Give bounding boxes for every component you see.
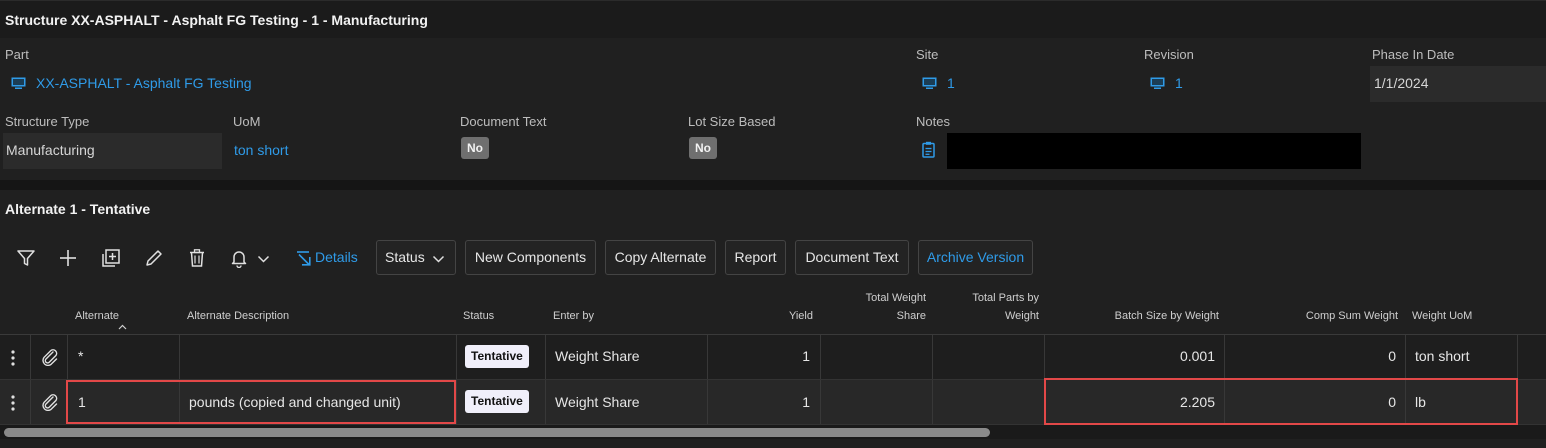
cell-comp-sum-weight: 0	[1388, 348, 1396, 364]
status-dropdown-button[interactable]: Status	[376, 240, 456, 275]
part-monitor-icon[interactable]	[11, 77, 26, 89]
structure-type-label: Structure Type	[5, 114, 90, 129]
cell-batch-size: 0.001	[1179, 348, 1215, 364]
table-row[interactable]: * Tentative Weight Share 1 0.001 0 ton s…	[0, 335, 1546, 380]
lot-size-based-label: Lot Size Based	[688, 114, 776, 129]
column-header-comp-sum-weight[interactable]: Comp Sum Weight	[1230, 310, 1398, 322]
duplicate-icon[interactable]	[101, 248, 121, 268]
part-link[interactable]: XX-ASPHALT - Asphalt FG Testing	[36, 75, 252, 91]
status-chevron-down-icon	[432, 255, 445, 263]
column-header-total-parts-by-weight-line2[interactable]: Weight	[940, 310, 1039, 322]
column-header-alternate-description[interactable]: Alternate Description	[187, 310, 289, 322]
archive-version-button[interactable]: Archive Version	[918, 240, 1033, 275]
structure-type-value: Manufacturing	[6, 142, 95, 158]
status-badge: Tentative	[465, 390, 529, 413]
site-monitor-icon[interactable]	[922, 77, 937, 89]
uom-link[interactable]: ton short	[234, 142, 288, 158]
details-open-icon[interactable]	[296, 251, 311, 266]
column-header-total-parts-by-weight-line1[interactable]: Total Parts by	[940, 292, 1039, 304]
edit-pencil-icon[interactable]	[144, 248, 164, 268]
column-header-total-weight-share-line1[interactable]: Total Weight	[830, 292, 926, 304]
bell-icon[interactable]	[229, 248, 249, 268]
alternate-section-title: Alternate 1 - Tentative	[5, 201, 151, 217]
row-menu-icon[interactable]	[8, 393, 18, 413]
notes-label: Notes	[916, 114, 950, 129]
phase-in-date-value: 1/1/2024	[1374, 75, 1429, 91]
column-header-batch-size-by-weight[interactable]: Batch Size by Weight	[1050, 310, 1219, 322]
details-link[interactable]: Details	[315, 249, 358, 265]
page-header: Structure XX-ASPHALT - Asphalt FG Testin…	[0, 0, 1546, 38]
horizontal-scrollbar[interactable]	[0, 425, 1546, 439]
site-label: Site	[916, 47, 939, 62]
cell-yield: 1	[802, 348, 810, 364]
status-badge: Tentative	[465, 345, 529, 368]
cell-enter-by: Weight Share	[555, 394, 640, 410]
notes-redacted-area	[947, 133, 1361, 169]
notes-clipboard-icon[interactable]	[922, 141, 935, 158]
copy-alternate-button[interactable]: Copy Alternate	[605, 240, 716, 275]
revision-link[interactable]: 1	[1175, 75, 1183, 91]
column-header-yield[interactable]: Yield	[750, 310, 813, 322]
sort-ascending-icon[interactable]	[118, 324, 127, 330]
bell-chevron-down-icon[interactable]	[257, 254, 270, 264]
filter-icon[interactable]	[16, 248, 36, 268]
revision-label: Revision	[1144, 47, 1194, 62]
cell-alternate: *	[78, 348, 84, 364]
attachment-paperclip-icon[interactable]	[41, 393, 59, 411]
row-menu-icon[interactable]	[8, 348, 18, 368]
status-button-label: Status	[385, 249, 425, 265]
column-header-status[interactable]: Status	[463, 310, 494, 322]
column-header-enter-by[interactable]: Enter by	[553, 310, 594, 322]
cell-enter-by: Weight Share	[555, 348, 640, 364]
scrollbar-thumb[interactable]	[4, 428, 990, 437]
new-components-button[interactable]: New Components	[465, 240, 596, 275]
uom-label: UoM	[233, 114, 261, 129]
cell-weight-uom-link[interactable]: ton short	[1415, 348, 1469, 364]
page-title: Structure XX-ASPHALT - Asphalt FG Testin…	[5, 12, 428, 28]
delete-trash-icon[interactable]	[187, 248, 207, 268]
section-divider	[0, 180, 1546, 190]
highlight-batch-size-uom	[1044, 378, 1518, 425]
report-button[interactable]: Report	[725, 240, 786, 275]
site-link[interactable]: 1	[947, 75, 955, 91]
add-icon[interactable]	[58, 248, 78, 268]
part-label: Part	[5, 47, 29, 62]
revision-monitor-icon[interactable]	[1150, 77, 1165, 89]
column-header-alternate[interactable]: Alternate	[75, 310, 119, 322]
document-text-button[interactable]: Document Text	[795, 240, 909, 275]
document-text-toggle[interactable]: No	[461, 137, 489, 159]
document-text-label: Document Text	[460, 114, 547, 129]
highlight-alternate-description	[66, 380, 456, 424]
phase-in-date-label: Phase In Date	[1372, 47, 1455, 62]
cell-yield: 1	[802, 394, 810, 410]
column-header-weight-uom[interactable]: Weight UoM	[1412, 310, 1472, 322]
lot-size-based-toggle[interactable]: No	[689, 137, 717, 159]
attachment-paperclip-icon[interactable]	[41, 348, 59, 366]
column-header-total-weight-share-line2[interactable]: Share	[830, 310, 926, 322]
